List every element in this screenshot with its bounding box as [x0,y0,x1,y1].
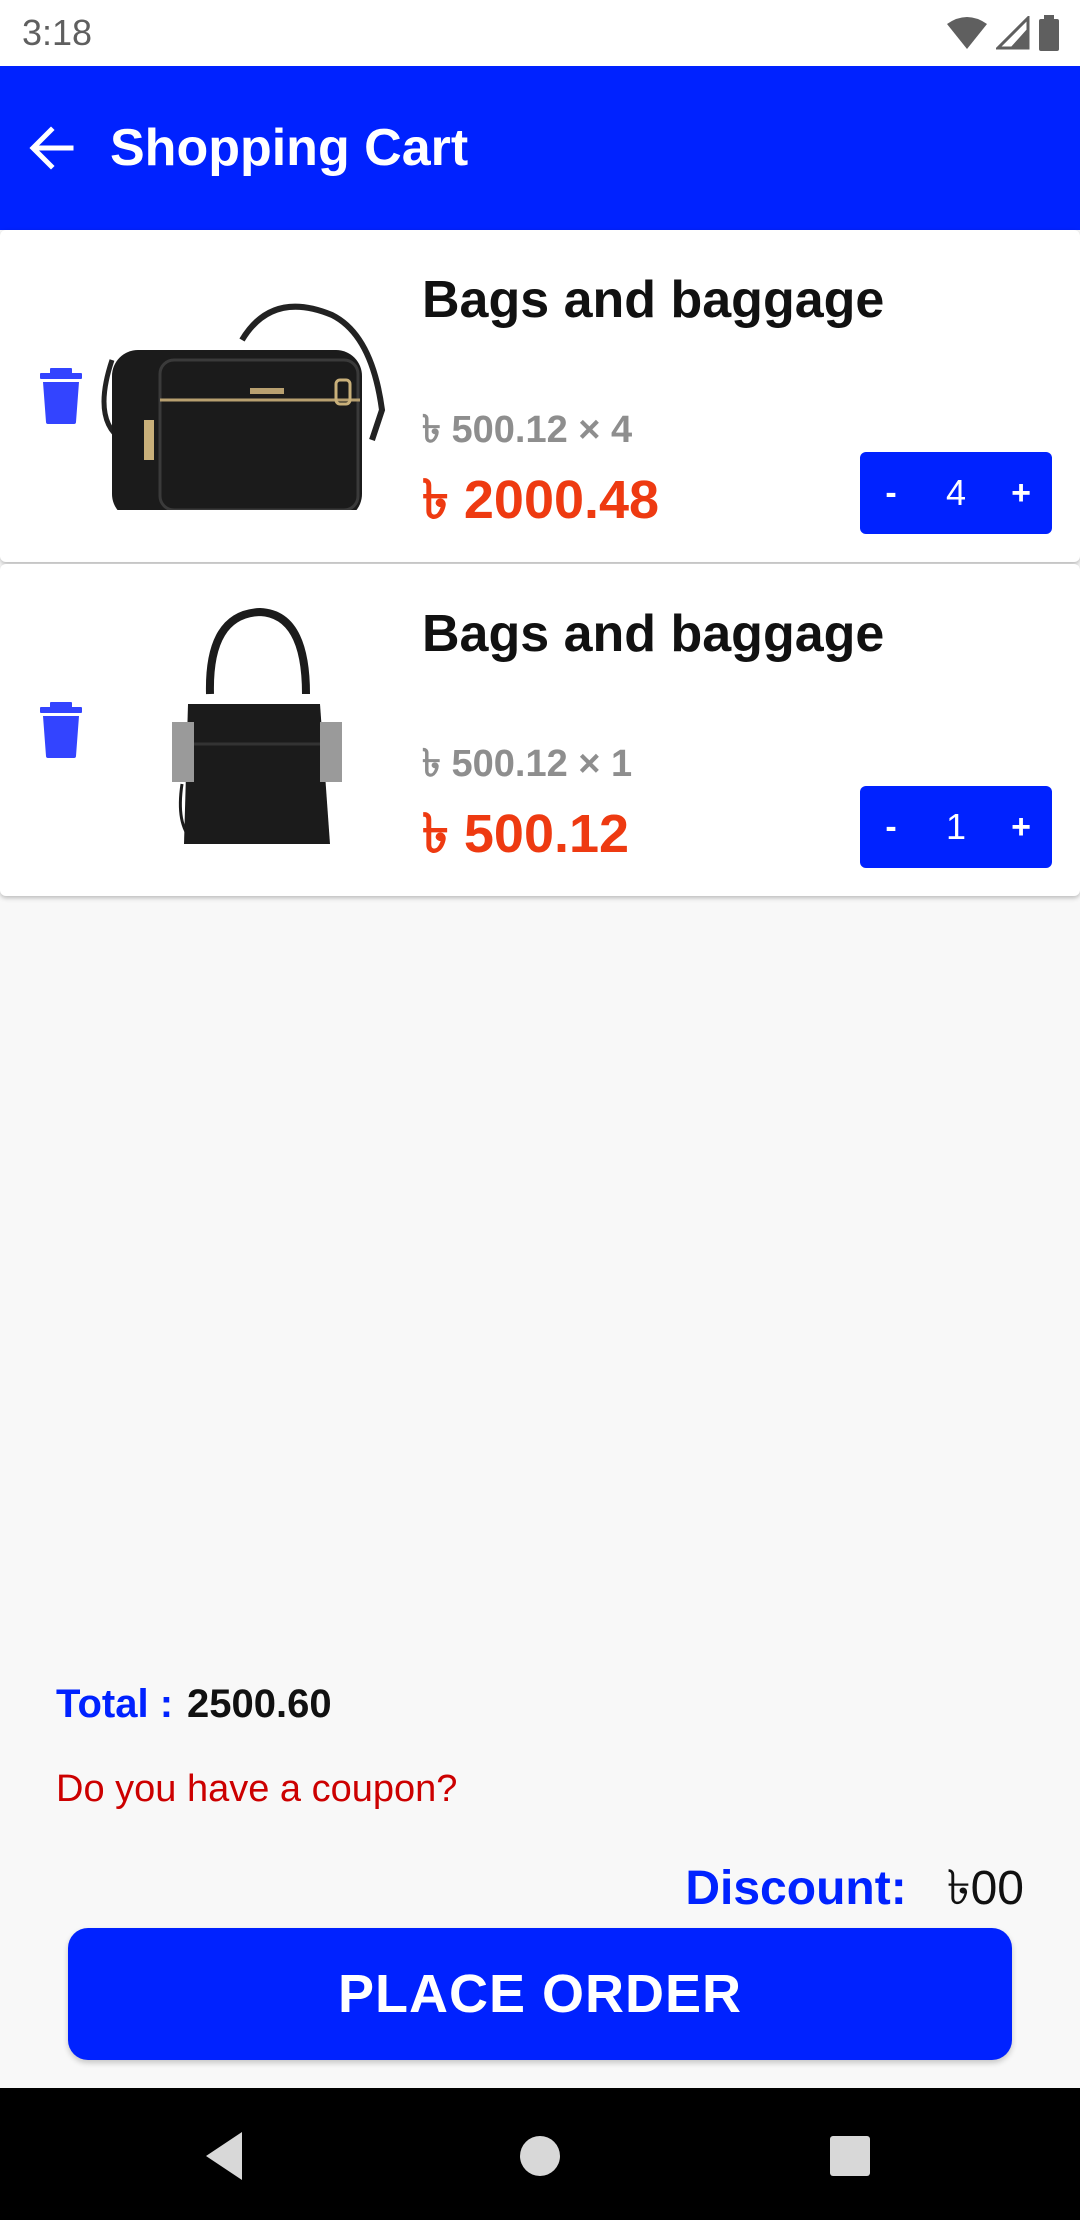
total-label: Total : [56,1682,174,1726]
page-title: Shopping Cart [110,119,469,177]
status-time: 3:18 [22,12,93,53]
status-icons [946,14,1060,52]
place-order-button[interactable]: PLACE ORDER [68,1928,1012,2060]
coupon-link[interactable]: Do you have a coupon? [56,1768,457,1811]
decrease-quantity-button[interactable]: - [860,474,922,513]
trash-icon[interactable] [38,368,84,424]
product-name: Bags and baggage [422,605,885,663]
discount-label: Discount: [685,1862,907,1915]
discount-row: Discount: ৳00 [685,1852,1024,1931]
system-nav-bar [0,2088,1080,2220]
signal-icon [996,16,1030,50]
app-bar: Shopping Cart [0,66,1080,230]
increase-quantity-button[interactable]: + [990,808,1052,847]
line-total: ৳ 500.12 [422,804,630,864]
product-name: Bags and baggage [422,271,885,329]
decrease-quantity-button[interactable]: - [860,808,922,847]
unit-price: ৳ 500.12 × 1 [422,743,633,785]
trash-icon[interactable] [38,702,84,758]
cart-item: Bags and baggage ৳ 500.12 × 4 ৳ 2000.48 … [0,230,1080,562]
increase-quantity-button[interactable]: + [990,474,1052,513]
quantity-stepper: - 4 + [860,452,1052,534]
nav-recents-icon[interactable] [820,2126,880,2186]
line-total: ৳ 2000.48 [422,470,660,530]
quantity-value: 4 [945,472,967,513]
product-image [101,303,386,510]
quantity-stepper: - 1 + [860,786,1052,868]
arrow-left-icon [29,126,74,170]
unit-price: ৳ 500.12 × 4 [422,409,633,451]
back-button[interactable] [18,115,84,181]
status-bar: 3:18 [0,0,1080,66]
discount-value: ৳00 [946,1862,1024,1915]
total-row: Total : 2500.60 [56,1682,332,1727]
screen: 3:18 Shopping Cart Bags and baggage ৳ 50… [0,0,1080,2220]
nav-back-icon[interactable] [196,2126,256,2186]
cart-item: Bags and baggage ৳ 500.12 × 1 ৳ 500.12 -… [0,564,1080,896]
product-image [172,607,342,844]
battery-icon [1039,15,1059,51]
total-value: 2500.60 [187,1682,332,1726]
nav-home-icon[interactable] [510,2126,570,2186]
quantity-value: 1 [945,806,967,847]
wifi-icon [947,17,987,49]
